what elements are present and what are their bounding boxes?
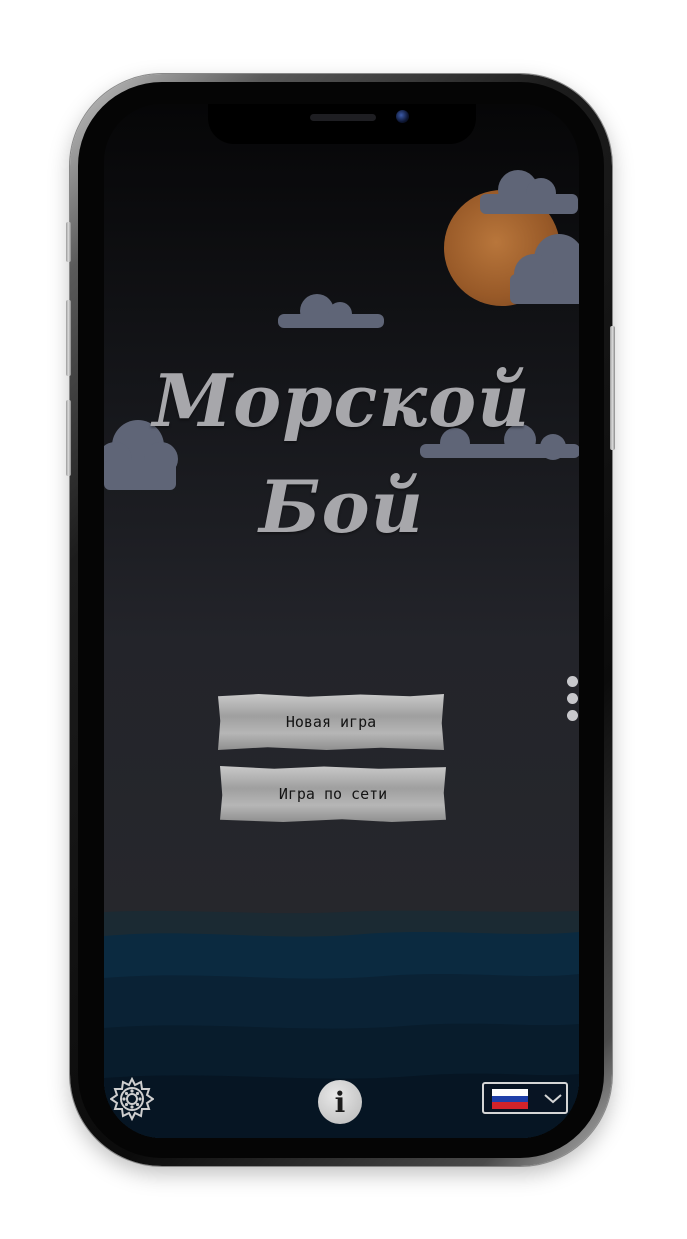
front-camera xyxy=(396,110,409,123)
language-selector[interactable] xyxy=(482,1082,568,1114)
game-title-line2: Бой xyxy=(259,464,424,549)
game-screen: Морской Бой Новая игра Игра по сети i xyxy=(104,104,579,1138)
online-game-button[interactable]: Игра по сети xyxy=(220,766,446,822)
vertical-dots-icon[interactable] xyxy=(567,676,579,727)
chevron-down-icon xyxy=(544,1094,562,1104)
russia-flag-icon xyxy=(492,1089,528,1109)
notch xyxy=(208,104,476,144)
speaker-grille xyxy=(310,114,376,121)
volume-up-button xyxy=(66,300,71,376)
new-game-button[interactable]: Новая игра xyxy=(218,694,444,750)
silent-switch xyxy=(66,222,71,262)
info-button[interactable]: i xyxy=(318,1080,362,1124)
gear-icon[interactable] xyxy=(110,1077,154,1121)
game-title-line1: Морской xyxy=(152,358,531,443)
volume-down-button xyxy=(66,400,71,476)
power-button xyxy=(610,326,615,450)
